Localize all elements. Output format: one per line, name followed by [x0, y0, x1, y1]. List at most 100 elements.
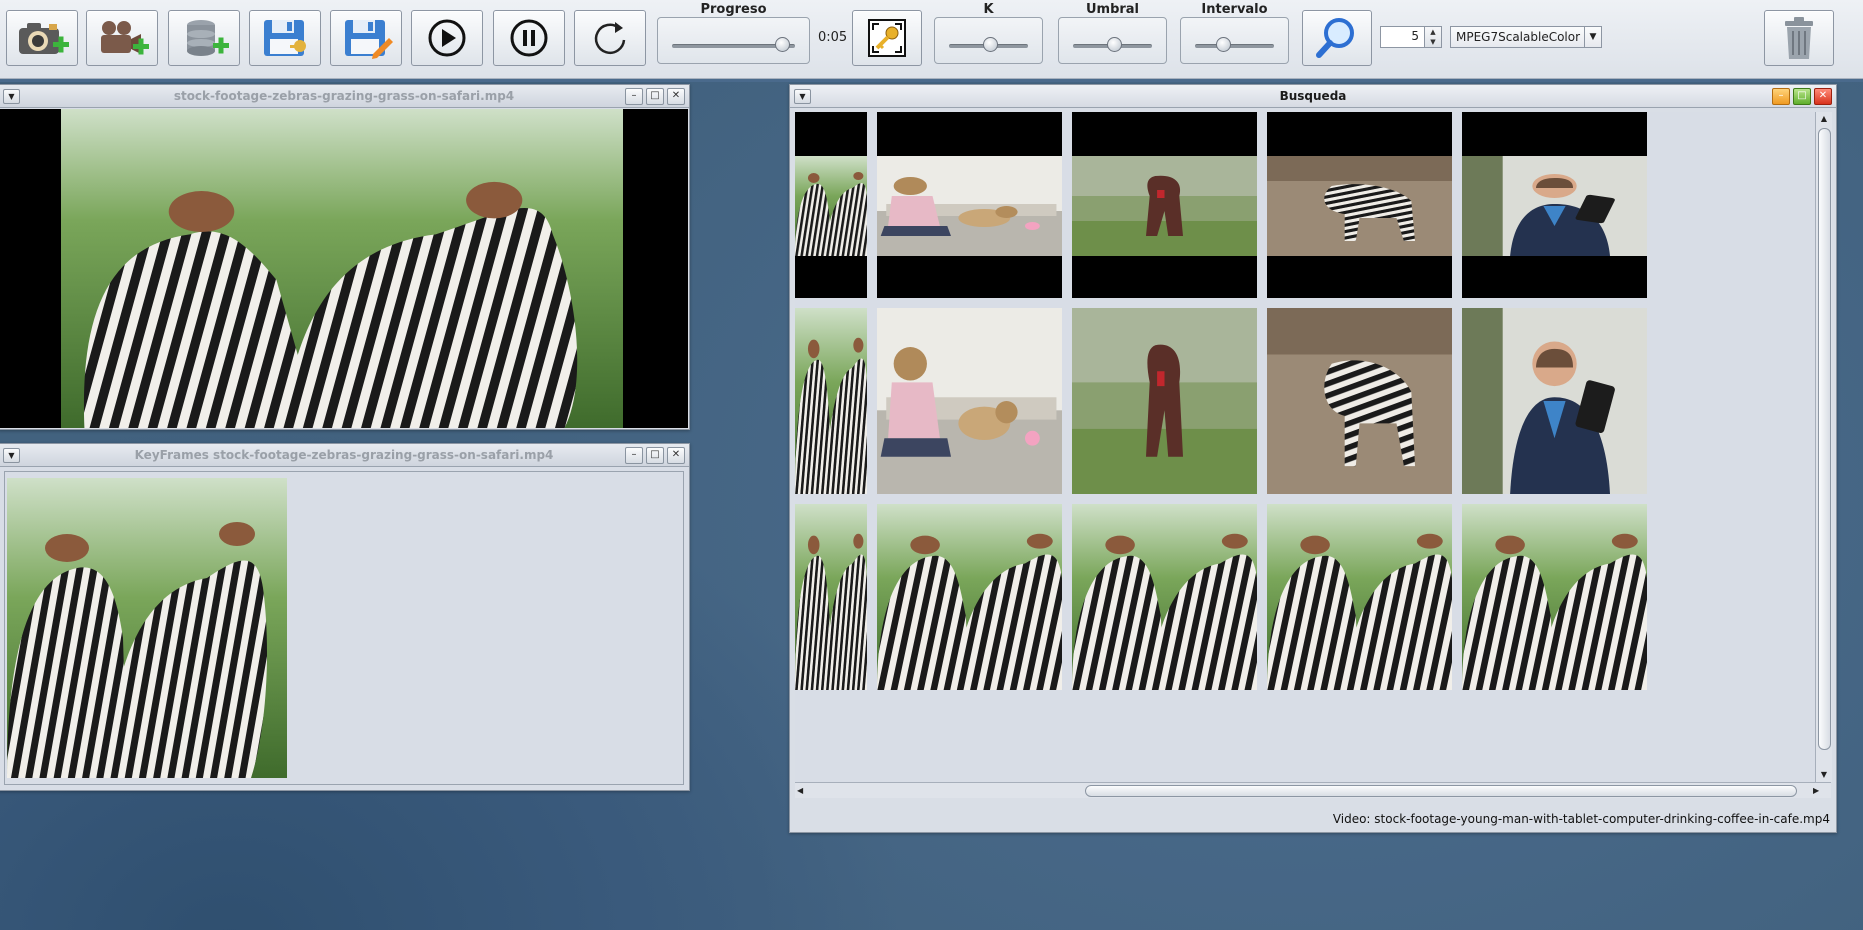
floppy-pencil-icon	[345, 20, 393, 59]
video-camera-add-icon	[101, 21, 149, 55]
thumbnail-image	[795, 308, 867, 494]
search-window-titlebar[interactable]: ▼ Busqueda – □ ✕	[790, 85, 1836, 108]
result-thumbnail[interactable]	[1267, 504, 1452, 690]
play-icon	[428, 19, 466, 57]
result-thumbnail[interactable]	[795, 308, 867, 494]
result-thumbnail[interactable]	[795, 112, 867, 298]
threshold-thumb[interactable]	[1106, 37, 1122, 52]
zebras-keyframe	[7, 478, 287, 778]
thumbnail-image	[1267, 156, 1452, 256]
interval-label: Intervalo	[1201, 2, 1268, 17]
reset-button[interactable]	[574, 10, 646, 66]
trash-button[interactable]	[1764, 10, 1834, 66]
result-thumbnail[interactable]	[1267, 112, 1452, 298]
close-icon[interactable]: ✕	[1814, 88, 1832, 105]
progress-thumb[interactable]	[775, 37, 790, 52]
pause-icon	[510, 19, 548, 57]
minimize-icon[interactable]: –	[625, 88, 643, 105]
open-image-button[interactable]	[6, 10, 78, 66]
scroll-left-icon[interactable]: ◀	[797, 783, 811, 798]
spinner-down-icon[interactable]: ▼	[1425, 37, 1441, 47]
search-window: ▼ Busqueda – □ ✕ ▲ ▼ ◀ ▶ Video: stock-fo…	[789, 84, 1837, 833]
descriptor-select[interactable]: MPEG7ScalableColor ▼	[1450, 26, 1602, 48]
k-thumb[interactable]	[982, 37, 998, 52]
video-player[interactable]	[0, 109, 688, 428]
thumbnail-image	[795, 504, 867, 690]
search-results-grid	[795, 112, 1815, 782]
result-thumbnail[interactable]	[877, 308, 1062, 494]
progress-slider[interactable]	[657, 17, 810, 64]
thumbnail-image	[1462, 156, 1647, 256]
result-count-spinner[interactable]: 5 ▲ ▼	[1380, 26, 1442, 48]
threshold-slider[interactable]	[1058, 17, 1167, 64]
thumbnail-image	[1462, 504, 1647, 690]
result-thumbnail[interactable]	[1072, 308, 1257, 494]
close-icon[interactable]: ✕	[667, 88, 685, 105]
keyframe-button[interactable]	[852, 10, 922, 66]
result-thumbnail[interactable]	[1462, 504, 1647, 690]
video-window-title: stock-footage-zebras-grazing-grass-on-sa…	[173, 89, 515, 103]
open-video-button[interactable]	[86, 10, 158, 66]
scroll-right-icon[interactable]: ▶	[1813, 783, 1827, 798]
scroll-up-icon[interactable]: ▲	[1816, 112, 1832, 126]
maximize-icon[interactable]: □	[1793, 88, 1811, 105]
descriptor-value: MPEG7ScalableColor	[1456, 30, 1581, 44]
keyframes-window: ▼ KeyFrames stock-footage-zebras-grazing…	[0, 443, 690, 791]
k-slider[interactable]	[934, 17, 1043, 64]
horizontal-scroll-thumb[interactable]	[1085, 785, 1797, 797]
progress-label: Progreso	[700, 2, 767, 17]
interval-thumb[interactable]	[1216, 37, 1232, 52]
result-thumbnail[interactable]	[1462, 308, 1647, 494]
k-slider-group: K	[934, 2, 1043, 64]
thumbnail-image	[1072, 308, 1257, 494]
video-window: ▼ stock-footage-zebras-grazing-grass-on-…	[0, 84, 690, 430]
result-thumbnail[interactable]	[1462, 112, 1647, 298]
result-count-value: 5	[1411, 29, 1419, 43]
result-thumbnail[interactable]	[877, 504, 1062, 690]
main-toolbar: Progreso 0:05 K Umbral Similitud	[0, 0, 1863, 79]
thumbnail-image	[877, 504, 1062, 690]
spinner-arrows[interactable]: ▲ ▼	[1424, 27, 1441, 47]
result-thumbnail[interactable]	[1072, 112, 1257, 298]
search-button[interactable]	[1302, 10, 1372, 66]
result-thumbnail[interactable]	[795, 504, 867, 690]
vertical-scroll-thumb[interactable]	[1818, 128, 1831, 750]
chevron-down-icon[interactable]: ▼	[1584, 27, 1601, 47]
interval-track	[1195, 44, 1274, 48]
vertical-scrollbar[interactable]: ▲ ▼	[1815, 112, 1832, 782]
spinner-up-icon[interactable]: ▲	[1425, 27, 1441, 37]
minimize-icon[interactable]: –	[1772, 88, 1790, 105]
result-thumbnail[interactable]	[1267, 308, 1452, 494]
close-icon[interactable]: ✕	[667, 447, 685, 464]
thumbnail-image	[1462, 308, 1647, 494]
threshold-slider-group: Umbral Similitud	[1058, 2, 1167, 64]
result-thumbnail[interactable]	[1072, 504, 1257, 690]
video-window-titlebar[interactable]: ▼ stock-footage-zebras-grazing-grass-on-…	[0, 85, 689, 108]
keyframe-thumbnail[interactable]	[7, 478, 287, 778]
interval-slider[interactable]	[1180, 17, 1289, 64]
keyframes-window-title: KeyFrames stock-footage-zebras-grazing-g…	[134, 448, 554, 462]
save-key-button[interactable]	[249, 10, 321, 66]
pause-button[interactable]	[493, 10, 565, 66]
thumbnail-image	[1267, 308, 1452, 494]
play-button[interactable]	[411, 10, 483, 66]
refresh-icon	[594, 22, 626, 54]
maximize-icon[interactable]: □	[646, 447, 664, 464]
save-edit-button[interactable]	[330, 10, 402, 66]
thumbnail-image	[1267, 504, 1452, 690]
horizontal-scrollbar[interactable]: ◀ ▶	[795, 782, 1831, 798]
keyframes-panel	[4, 471, 684, 785]
thumbnail-image	[795, 156, 867, 256]
result-thumbnail[interactable]	[877, 112, 1062, 298]
search-status-text: Video: stock-footage-young-man-with-tabl…	[1332, 812, 1830, 826]
thumbnail-image	[1072, 156, 1257, 256]
maximize-icon[interactable]: □	[646, 88, 664, 105]
interval-slider-group: Intervalo	[1180, 2, 1289, 64]
zebras-frame	[61, 109, 623, 428]
minimize-icon[interactable]: –	[625, 447, 643, 464]
magnifier-icon	[1316, 18, 1354, 58]
progress-time: 0:05	[818, 30, 848, 45]
add-database-button[interactable]	[168, 10, 240, 66]
scroll-down-icon[interactable]: ▼	[1816, 768, 1832, 782]
keyframes-window-titlebar[interactable]: ▼ KeyFrames stock-footage-zebras-grazing…	[0, 444, 689, 467]
